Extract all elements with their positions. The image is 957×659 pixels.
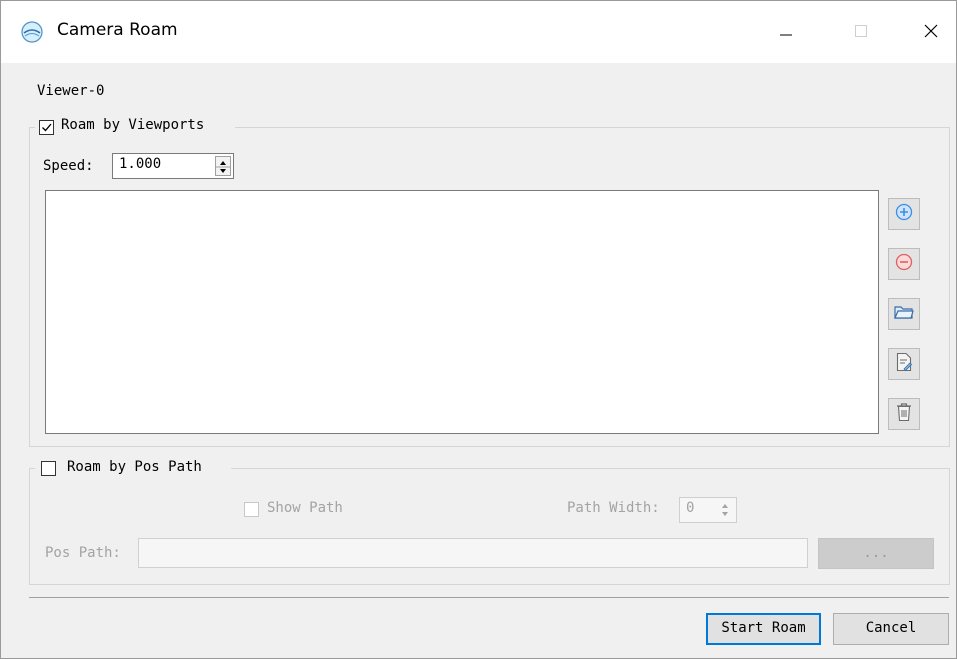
path-width-value: 0 xyxy=(686,500,695,516)
app-logo-icon xyxy=(21,21,43,43)
edit-icon xyxy=(896,352,913,376)
speed-value: 1.000 xyxy=(119,156,162,172)
pos-path-label: Pos Path: xyxy=(45,545,121,561)
roam-viewports-checkbox[interactable] xyxy=(39,120,54,135)
delete-icon xyxy=(896,402,912,426)
open-folder-icon xyxy=(894,304,914,324)
cancel-button[interactable]: Cancel xyxy=(833,613,949,645)
speed-spin-arrows[interactable] xyxy=(215,156,231,176)
add-viewport-button[interactable] xyxy=(888,198,920,230)
maximize-button[interactable] xyxy=(836,11,886,51)
open-folder-button[interactable] xyxy=(888,298,920,330)
browse-button[interactable]: ... xyxy=(818,538,934,569)
camera-roam-dialog: Camera Roam Viewer-0 Roam by Viewports S… xyxy=(0,0,957,659)
roam-pospath-label: Roam by Pos Path xyxy=(67,459,202,475)
roam-pospath-checkbox[interactable] xyxy=(41,461,56,476)
roam-viewports-label: Roam by Viewports xyxy=(61,117,205,133)
path-width-spin-arrows[interactable] xyxy=(718,500,734,520)
path-width-spinbox[interactable]: 0 xyxy=(679,497,737,523)
remove-viewport-button[interactable] xyxy=(888,248,920,280)
add-icon xyxy=(895,203,913,225)
footer-separator xyxy=(29,597,949,598)
viewports-list[interactable] xyxy=(45,190,879,434)
show-path-label: Show Path xyxy=(267,500,343,516)
pos-path-input[interactable] xyxy=(138,538,808,568)
delete-viewport-button[interactable] xyxy=(888,398,920,430)
minimize-button[interactable] xyxy=(761,11,811,51)
title-bar: Camera Roam xyxy=(1,1,956,63)
window-title: Camera Roam xyxy=(57,20,178,40)
path-width-label: Path Width: xyxy=(567,500,660,516)
viewer-label: Viewer-0 xyxy=(37,83,105,99)
show-path-checkbox[interactable] xyxy=(244,502,259,517)
speed-spinbox[interactable]: 1.000 xyxy=(112,153,234,179)
speed-label: Speed: xyxy=(43,158,94,174)
remove-icon xyxy=(895,253,913,275)
close-button[interactable] xyxy=(906,11,956,51)
start-roam-button[interactable]: Start Roam xyxy=(706,613,821,645)
edit-viewport-button[interactable] xyxy=(888,348,920,380)
